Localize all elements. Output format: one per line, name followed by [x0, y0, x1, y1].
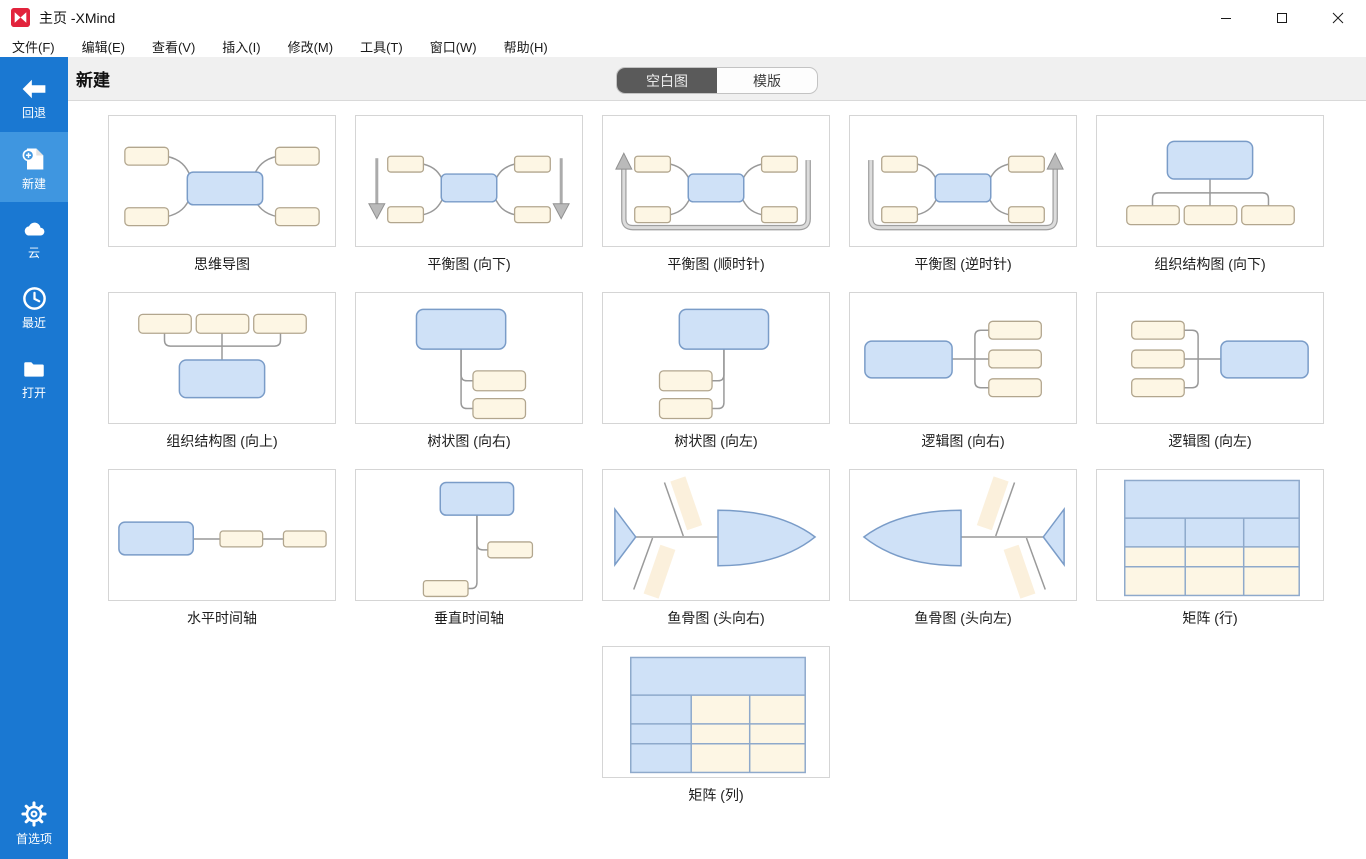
window-controls: [1198, 0, 1366, 35]
template-label: 树状图 (向左): [674, 433, 758, 449]
thumbnail-logic-right: [849, 292, 1077, 424]
thumbnail-tree-left: [602, 292, 830, 424]
menu-insert[interactable]: 插入(I): [215, 37, 267, 56]
tab-templates[interactable]: 模版: [717, 68, 817, 93]
thumbnail-balance-counter: [849, 115, 1077, 247]
menu-view[interactable]: 查看(V): [145, 37, 202, 56]
template-row-3: 水平时间轴 垂直时间轴 鱼骨图 (头向右) 鱼骨图 (头向左) 矩阵 (行): [108, 469, 1324, 626]
sidebar: 回退 新建 云 最近 打开 首选项: [0, 57, 68, 859]
template-label: 逻辑图 (向右): [921, 433, 1005, 449]
menu-tools[interactable]: 工具(T): [353, 37, 410, 56]
template-label: 逻辑图 (向左): [1168, 433, 1252, 449]
maximize-icon: [1277, 12, 1287, 23]
thumbnail-logic-left: [1096, 292, 1324, 424]
template-card-matrix-col[interactable]: 矩阵 (列): [602, 646, 830, 803]
template-card-fishbone-right[interactable]: 鱼骨图 (头向右): [602, 469, 830, 626]
sidebar-item-preferences[interactable]: 首选项: [0, 787, 68, 857]
template-label: 组织结构图 (向上): [166, 433, 278, 449]
thumbnail-org-up: [108, 292, 336, 424]
thumbnail-fishbone-left: [849, 469, 1077, 601]
template-card-balance-down[interactable]: 平衡图 (向下): [355, 115, 583, 272]
sidebar-item-back[interactable]: 回退: [0, 62, 68, 132]
thumbnail-timeline-v: [355, 469, 583, 601]
template-row-2: 组织结构图 (向上) 树状图 (向右) 树状图 (向左) 逻辑图 (向右) 逻辑…: [108, 292, 1324, 449]
template-gallery: 思维导图 平衡图 (向下) 平衡图 (顺时针) 平衡图 (逆时针) 组织结构图 …: [68, 101, 1366, 859]
template-label: 平衡图 (顺时针): [667, 256, 765, 272]
template-card-balance-counter[interactable]: 平衡图 (逆时针): [849, 115, 1077, 272]
thumbnail-fishbone-right: [602, 469, 830, 601]
thumbnail-matrix-row: [1096, 469, 1324, 601]
menu-help[interactable]: 帮助(H): [497, 37, 555, 56]
template-label: 组织结构图 (向下): [1154, 256, 1266, 272]
template-label: 鱼骨图 (头向右): [667, 610, 765, 626]
maximize-button[interactable]: [1254, 0, 1310, 35]
template-row-1: 思维导图 平衡图 (向下) 平衡图 (顺时针) 平衡图 (逆时针) 组织结构图 …: [108, 115, 1324, 272]
template-card-matrix-row[interactable]: 矩阵 (行): [1096, 469, 1324, 626]
gear-icon: [21, 800, 47, 827]
template-label: 平衡图 (逆时针): [914, 256, 1012, 272]
xmind-logo-icon: [11, 8, 30, 27]
template-label: 垂直时间轴: [434, 610, 504, 626]
content-header: 新建 空白图 模版: [68, 57, 1366, 101]
template-card-org-up[interactable]: 组织结构图 (向上): [108, 292, 336, 449]
template-card-mind-map[interactable]: 思维导图: [108, 115, 336, 272]
menu-modify[interactable]: 修改(M): [281, 37, 341, 56]
template-label: 平衡图 (向下): [427, 256, 511, 272]
template-label: 树状图 (向右): [427, 433, 511, 449]
template-label: 鱼骨图 (头向左): [914, 610, 1012, 626]
template-card-timeline-h[interactable]: 水平时间轴: [108, 469, 336, 626]
thumbnail-tree-right: [355, 292, 583, 424]
close-button[interactable]: [1310, 0, 1366, 35]
back-arrow-icon: [22, 79, 46, 98]
template-card-org-down[interactable]: 组织结构图 (向下): [1096, 115, 1324, 272]
minimize-icon: [1221, 17, 1231, 19]
thumbnail-mind-map: [108, 115, 336, 247]
sidebar-item-open[interactable]: 打开: [0, 342, 68, 412]
menu-file[interactable]: 文件(F): [5, 37, 62, 56]
thumbnail-balance-clockwise: [602, 115, 830, 247]
template-card-tree-left[interactable]: 树状图 (向左): [602, 292, 830, 449]
thumbnail-matrix-col: [602, 646, 830, 778]
content-area: 新建 空白图 模版 思维导图 平衡图 (向下) 平衡图 (顺时针) 平衡图 (逆…: [68, 57, 1366, 859]
menu-bar: 文件(F) 编辑(E) 查看(V) 插入(I) 修改(M) 工具(T) 窗口(W…: [0, 35, 1366, 57]
thumbnail-timeline-h: [108, 469, 336, 601]
template-card-fishbone-left[interactable]: 鱼骨图 (头向左): [849, 469, 1077, 626]
cloud-icon: [24, 222, 45, 235]
template-label: 思维导图: [194, 256, 250, 272]
minimize-button[interactable]: [1198, 0, 1254, 35]
clock-icon: [22, 287, 46, 310]
thumbnail-org-down: [1096, 115, 1324, 247]
page-title: 新建: [76, 71, 110, 90]
sidebar-item-new[interactable]: 新建: [0, 132, 68, 202]
template-card-balance-clockwise[interactable]: 平衡图 (顺时针): [602, 115, 830, 272]
thumbnail-balance-down: [355, 115, 583, 247]
folder-icon: [24, 361, 44, 377]
template-label: 水平时间轴: [187, 610, 257, 626]
sidebar-item-recent[interactable]: 最近: [0, 272, 68, 342]
menu-edit[interactable]: 编辑(E): [75, 37, 132, 56]
close-icon: [1332, 12, 1344, 23]
sidebar-item-cloud[interactable]: 云: [0, 202, 68, 272]
title-bar: 主页 -XMind: [0, 0, 1366, 35]
template-card-logic-left[interactable]: 逻辑图 (向左): [1096, 292, 1324, 449]
new-document-icon: [22, 148, 44, 169]
template-row-4: 矩阵 (列): [108, 646, 1324, 803]
view-tabs: 空白图 模版: [616, 67, 818, 94]
template-card-timeline-v[interactable]: 垂直时间轴: [355, 469, 583, 626]
template-card-logic-right[interactable]: 逻辑图 (向右): [849, 292, 1077, 449]
window-title: 主页 -XMind: [39, 9, 116, 26]
menu-window[interactable]: 窗口(W): [423, 37, 484, 56]
template-card-tree-right[interactable]: 树状图 (向右): [355, 292, 583, 449]
template-label: 矩阵 (列): [688, 787, 744, 803]
template-label: 矩阵 (行): [1182, 610, 1238, 626]
tab-blank-diagrams[interactable]: 空白图: [617, 68, 717, 93]
